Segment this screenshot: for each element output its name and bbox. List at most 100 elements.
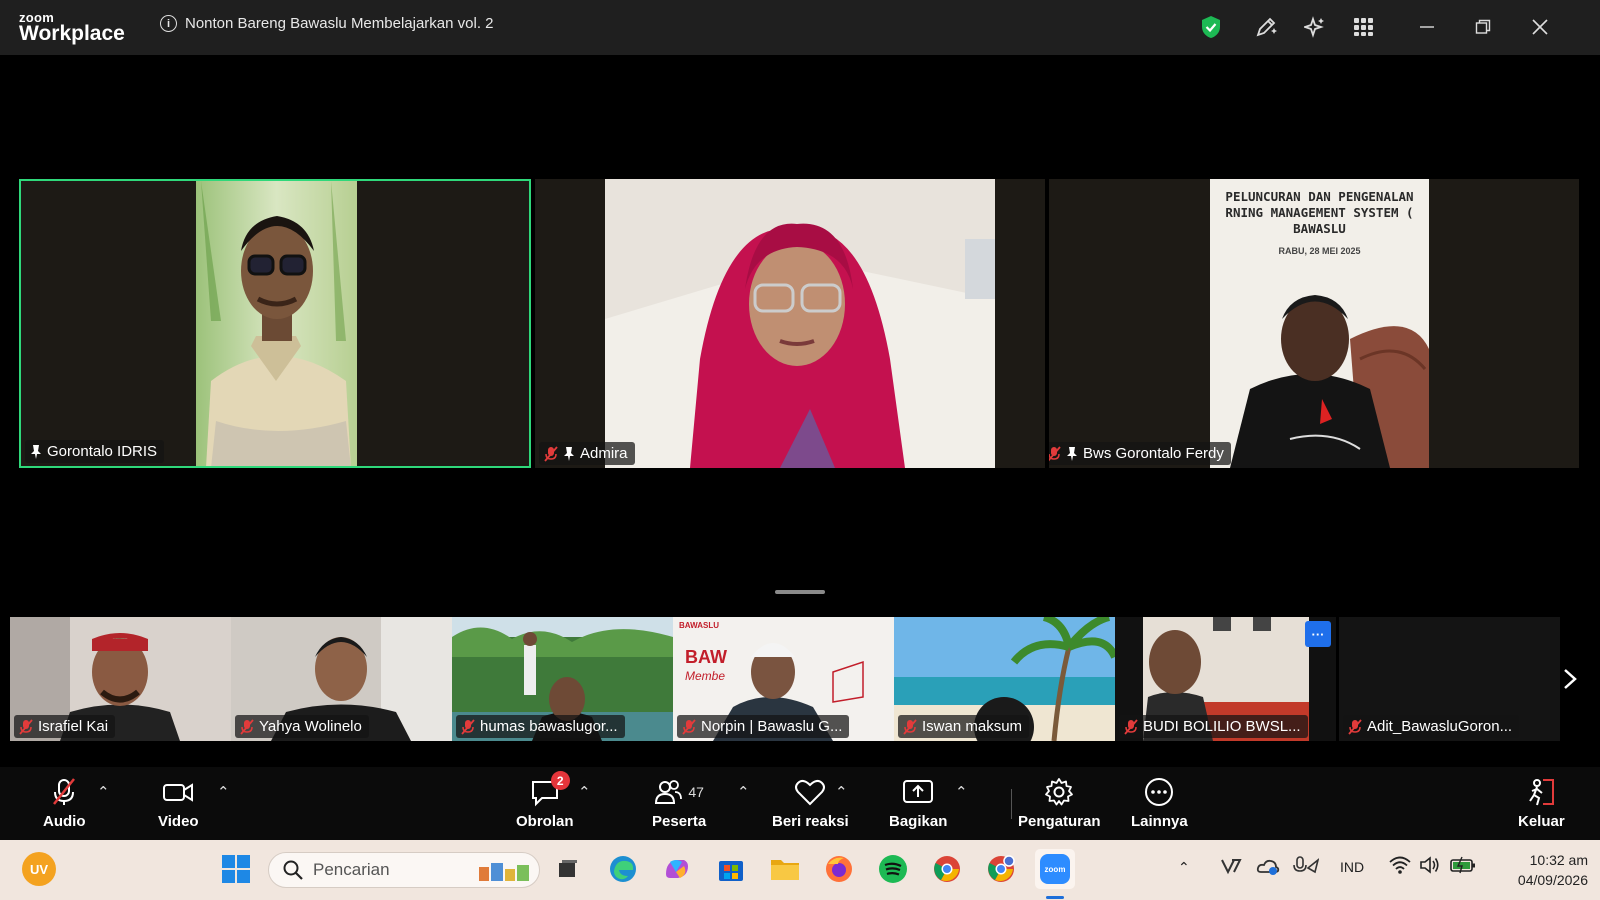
taskbar-search[interactable]: Pencarian <box>268 852 540 888</box>
zoom-app-icon[interactable]: zoom <box>1035 849 1075 889</box>
participants-icon <box>655 780 683 804</box>
participant-name-tag: humas bawaslugor... <box>456 715 625 738</box>
mic-muted-icon <box>544 445 558 462</box>
encryption-shield-icon[interactable] <box>1198 14 1224 40</box>
windows-start-icon[interactable] <box>218 851 254 887</box>
more-button[interactable]: Lainnya <box>1131 777 1188 830</box>
ai-companion-icon[interactable] <box>1302 14 1328 40</box>
settings-button[interactable]: Pengaturan <box>1018 777 1101 830</box>
audio-options-caret[interactable]: ⌃ <box>97 783 110 801</box>
search-icon <box>283 860 303 880</box>
react-options-caret[interactable]: ⌃ <box>835 783 848 801</box>
pin-icon <box>31 444 41 459</box>
edge-browser-icon[interactable] <box>605 851 641 887</box>
toolbar-divider <box>1011 789 1012 819</box>
participant-name-tag: Israfiel Kai <box>14 715 116 738</box>
video-button[interactable]: Video <box>158 777 199 830</box>
language-indicator[interactable]: IND <box>1340 859 1364 875</box>
share-options-caret[interactable]: ⌃ <box>955 783 968 801</box>
spotify-icon[interactable] <box>875 851 911 887</box>
participant-name-tag: Admira <box>539 442 635 465</box>
apps-grid-icon[interactable] <box>1351 14 1377 40</box>
tile-more-button[interactable]: ··· <box>1305 621 1331 647</box>
participants-icon-wrap: 47 <box>654 777 704 807</box>
chat-unread-badge: 2 <box>550 771 570 790</box>
video-tile-speaker[interactable]: Gorontalo IDRIS <box>19 179 531 468</box>
firefox-icon[interactable] <box>821 851 857 887</box>
gallery-next-button[interactable] <box>1550 617 1590 741</box>
battery-charging-icon[interactable] <box>1450 855 1476 878</box>
participant-name-tag: Bws Gorontalo Ferdy <box>1049 442 1231 465</box>
whiteboard-pen-icon[interactable] <box>1253 14 1279 40</box>
mic-muted-icon <box>240 718 254 735</box>
resize-handle[interactable] <box>775 590 825 594</box>
chat-icon-wrap: 2 <box>530 771 570 807</box>
participant-name-tag: Yahya Wolinelo <box>235 715 369 738</box>
zoom-workplace-logo: zoom Workplace <box>19 10 125 45</box>
participant-video <box>605 179 995 468</box>
leave-button[interactable]: Keluar <box>1518 777 1565 830</box>
task-view-icon[interactable] <box>550 851 586 887</box>
slide-text: PELUNCURAN DAN PENGENALAN RNING MANAGEME… <box>1225 189 1414 256</box>
meeting-stage: Gorontalo IDRIS Admira PELUNCURAN DAN PE… <box>0 55 1600 767</box>
share-button[interactable]: Bagikan <box>889 777 947 830</box>
participant-video <box>196 181 357 466</box>
chrome-profile-icon[interactable] <box>983 851 1019 887</box>
file-explorer-icon[interactable] <box>767 851 803 887</box>
meeting-title: Nonton Bareng Bawaslu Membelajarkan vol.… <box>185 15 494 32</box>
show-hidden-icons[interactable]: ⌃ <box>1178 859 1190 876</box>
minimize-icon[interactable] <box>1414 14 1440 40</box>
audio-button[interactable]: Audio <box>43 777 86 830</box>
share-screen-icon <box>903 780 934 803</box>
mic-muted-icon <box>1124 718 1138 735</box>
chrome-icon[interactable] <box>929 851 965 887</box>
video-tile-ferdy[interactable]: PELUNCURAN DAN PENGENALAN RNING MANAGEME… <box>1049 179 1579 468</box>
mic-muted-icon <box>682 718 696 735</box>
avatar[interactable]: UV <box>22 852 56 886</box>
gallery-tile[interactable]: humas bawaslugor... <box>452 617 673 741</box>
meeting-info[interactable]: i Nonton Bareng Bawaslu Membelajarkan vo… <box>160 15 494 32</box>
participants-button[interactable]: 47 Peserta <box>652 777 706 830</box>
active-app-indicator <box>1046 896 1064 899</box>
copilot-icon[interactable] <box>659 851 695 887</box>
video-options-caret[interactable]: ⌃ <box>217 783 230 801</box>
chat-button[interactable]: 2 Obrolan <box>516 771 574 830</box>
chat-options-caret[interactable]: ⌃ <box>578 783 591 801</box>
participant-name-tag: Norpin | Bawaslu G... <box>677 715 850 738</box>
mic-muted-icon <box>461 718 475 735</box>
participant-name-tag: Gorontalo IDRIS <box>25 440 165 463</box>
gallery-strip: Israfiel Kai Yahya Wolinelo humas bawasl… <box>10 617 1590 741</box>
participants-options-caret[interactable]: ⌃ <box>737 783 750 801</box>
gallery-tile[interactable]: Adit_BawasluGoron... <box>1339 617 1560 741</box>
mic-muted-icon <box>1348 718 1362 735</box>
mic-muted-icon <box>19 718 33 735</box>
microsoft-store-icon[interactable] <box>713 851 749 887</box>
chevron-right-icon <box>1564 669 1577 689</box>
restore-icon[interactable] <box>1470 14 1496 40</box>
gear-icon <box>1045 778 1074 806</box>
info-icon[interactable]: i <box>160 15 177 32</box>
search-highlight-icon <box>479 863 529 881</box>
wifi-icon[interactable] <box>1389 855 1411 878</box>
more-icon <box>1145 778 1174 806</box>
pin-icon <box>1067 446 1077 461</box>
title-bar: zoom Workplace i Nonton Bareng Bawaslu M… <box>0 0 1600 55</box>
volume-icon[interactable] <box>1419 855 1441 878</box>
video-tile-admira[interactable]: Admira <box>535 179 1045 468</box>
onedrive-icon[interactable] <box>1256 856 1280 879</box>
gallery-tile[interactable]: Iswan maksum <box>894 617 1115 741</box>
participant-video: PELUNCURAN DAN PENGENALAN RNING MANAGEME… <box>1210 179 1429 468</box>
gallery-tile[interactable]: BAWASLU BAW Membe Norpin | Bawaslu G... <box>673 617 894 741</box>
participant-name-tag: Adit_BawasluGoron... <box>1343 715 1520 738</box>
leave-icon <box>1529 779 1555 806</box>
participant-name-tag: BUDI BOLILIO BWSL... <box>1119 715 1308 738</box>
gallery-tile[interactable]: Israfiel Kai <box>10 617 231 741</box>
voice-access-icon[interactable] <box>1293 856 1320 879</box>
meeting-toolbar: Audio ⌃ Video ⌃ 2 Obrolan ⌃ 47 Peserta ⌃… <box>0 767 1600 840</box>
gallery-tile[interactable]: Yahya Wolinelo <box>231 617 452 741</box>
taskbar-clock[interactable]: 10:32 am 04/09/2026 <box>1518 850 1588 890</box>
close-icon[interactable] <box>1527 14 1553 40</box>
windows-taskbar: UV Pencarian zoom ⌃ IND 10:32 am 04/09/2… <box>0 840 1600 900</box>
tray-app-icon[interactable] <box>1220 856 1242 879</box>
gallery-tile[interactable]: ··· BUDI BOLILIO BWSL... <box>1115 617 1336 741</box>
